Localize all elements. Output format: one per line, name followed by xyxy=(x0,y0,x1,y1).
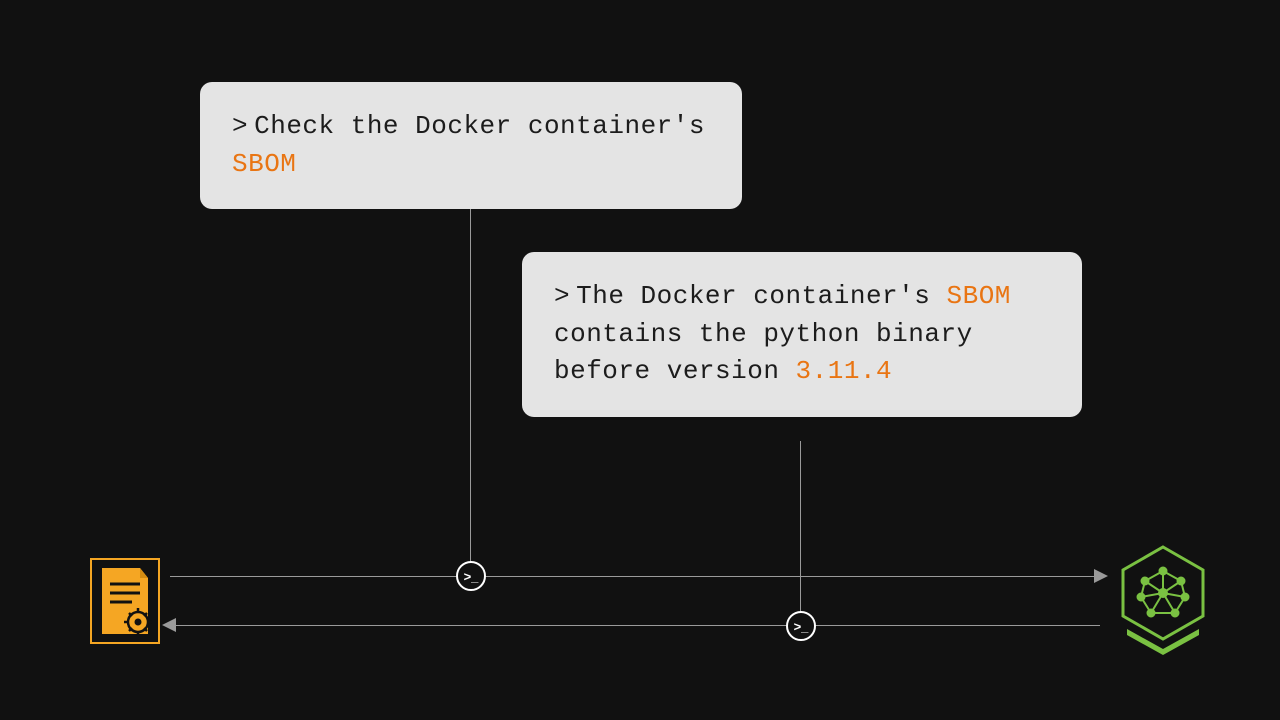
document-config-icon xyxy=(90,558,160,649)
prompt-prefix: > xyxy=(232,111,248,141)
response-text-mid: contains the python binary before versio… xyxy=(554,319,973,387)
network-hex-icon xyxy=(1115,543,1211,660)
arrowhead-left-icon xyxy=(162,618,176,632)
arrowhead-right-icon xyxy=(1094,569,1108,583)
response-highlight-sbom: SBOM xyxy=(946,281,1010,311)
connector-line-card1 xyxy=(470,206,471,576)
terminal-node-icon: >_ xyxy=(456,561,486,591)
prompt-text: Check the Docker container's xyxy=(254,111,705,141)
prompt-prefix: > xyxy=(554,281,570,311)
terminal-glyph: >_ xyxy=(794,620,809,633)
terminal-glyph: >_ xyxy=(464,570,479,583)
connector-line-card2 xyxy=(800,441,801,626)
response-highlight-version: 3.11.4 xyxy=(796,356,893,386)
prompt-card-check: >Check the Docker container's SBOM xyxy=(200,82,742,209)
flow-line-bottom xyxy=(170,625,1100,626)
response-text-pre: The Docker container's xyxy=(576,281,930,311)
flow-line-top xyxy=(170,576,1100,577)
response-card-sbom: >The Docker container's SBOM contains th… xyxy=(522,252,1082,417)
prompt-highlight-sbom: SBOM xyxy=(232,149,296,179)
terminal-node-icon: >_ xyxy=(786,611,816,641)
